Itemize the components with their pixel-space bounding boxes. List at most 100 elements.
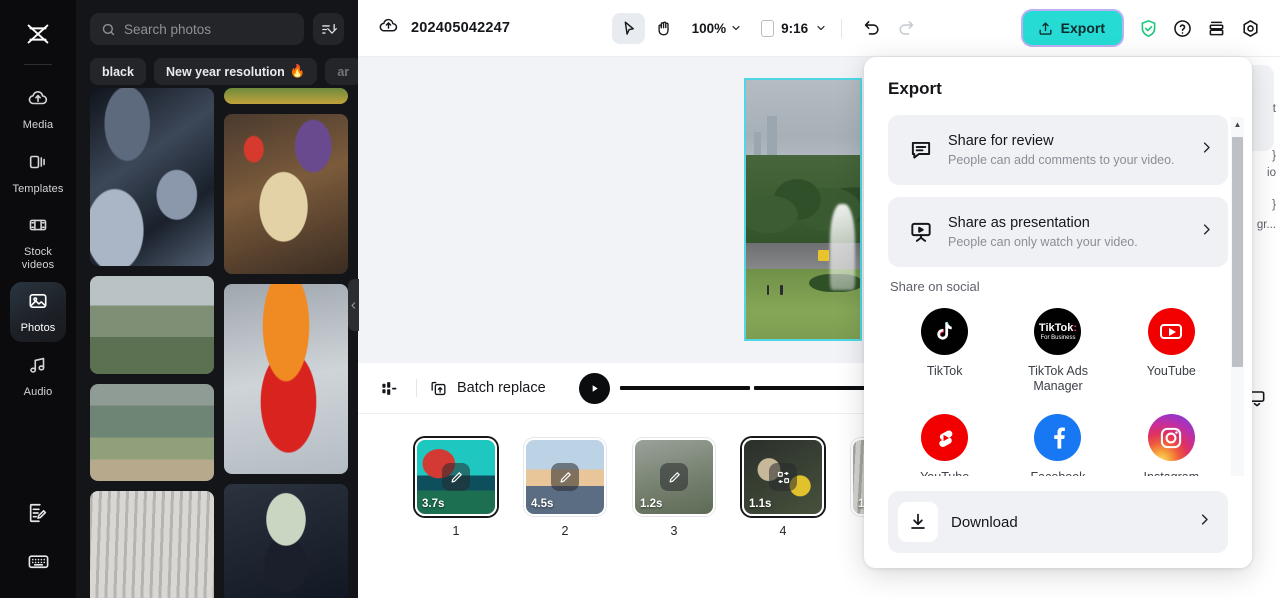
sidebar-item-media[interactable]: Media [10, 79, 66, 139]
clip-thumbnail[interactable]: 3.7s [415, 438, 497, 516]
help-circle-icon[interactable] [1168, 13, 1198, 43]
filter-chip-row: black New year resolution 🔥 ar [76, 45, 358, 85]
aspect-ratio-control[interactable]: 9:16 [761, 19, 827, 37]
social-share-option[interactable]: TikTok [888, 308, 1001, 394]
download-icon [898, 502, 938, 542]
clip-thumbnail[interactable]: 1.1s [742, 438, 824, 516]
export-option-subtitle: People can only watch your video. [948, 235, 1138, 249]
zoom-control[interactable]: 100% [692, 21, 743, 36]
cloud-sync-icon[interactable] [378, 15, 399, 41]
right-panel-frag-1: } [1272, 150, 1276, 162]
social-share-option[interactable]: Facebook [1001, 414, 1114, 485]
shield-check-icon[interactable] [1134, 13, 1164, 43]
layers-icon[interactable] [1202, 13, 1232, 43]
clip-item: 1.1s 4 [742, 438, 824, 538]
scrollbar-thumb[interactable] [1232, 137, 1243, 367]
film-strip-icon [27, 214, 49, 241]
timeline-segment[interactable] [619, 386, 751, 390]
filter-icon [322, 23, 337, 34]
play-icon [592, 384, 598, 392]
photo-thumb-tacos-board[interactable] [224, 114, 348, 274]
export-dropdown: Export Share for review People can add c… [864, 57, 1252, 568]
sidebar-item-label: Templates [12, 182, 64, 195]
photo-column-left [90, 88, 214, 598]
scroll-up-arrow[interactable]: ▲ [1232, 117, 1243, 131]
sidebar-item-stock-videos[interactable]: Stock videos [10, 206, 66, 278]
photo-thumb-rope-bridge[interactable] [90, 384, 214, 481]
pencil-icon[interactable] [442, 463, 470, 491]
filter-button[interactable] [313, 13, 344, 45]
capcut-editor-window: Media Templates Stock videos Photos Audi… [0, 0, 1280, 598]
chevron-right-icon [1199, 222, 1214, 242]
sidebar-item-templates[interactable]: Templates [10, 143, 66, 203]
redo-button[interactable] [890, 13, 921, 44]
clip-item: 1.2s 3 [633, 438, 715, 538]
sidebar-item-label: Audio [23, 385, 53, 398]
settings-icon[interactable] [1236, 13, 1266, 43]
clip-number: 1 [452, 524, 460, 538]
filter-chip[interactable]: black [90, 58, 146, 85]
youtube-icon [1147, 308, 1195, 355]
filter-chip[interactable]: ar [325, 58, 358, 85]
export-options-container: Share for review People can add comments… [864, 107, 1252, 485]
photo-thumb-cosplay[interactable] [224, 284, 348, 474]
export-scrollbar[interactable]: ▲ ▼ [1231, 117, 1244, 512]
panel-search-row: Search photos [76, 0, 358, 45]
social-share-option[interactable]: YouTube [888, 414, 1001, 485]
play-button[interactable] [578, 372, 610, 404]
social-share-option[interactable]: YouTube [1115, 308, 1228, 394]
script-edit-icon[interactable] [23, 498, 53, 528]
photo-thumb-autumn-river[interactable] [224, 88, 348, 104]
photo-thumb-man-dollar[interactable] [224, 484, 348, 598]
clip-number: 4 [779, 524, 787, 538]
search-input[interactable]: Search photos [90, 13, 304, 45]
pencil-icon[interactable] [660, 463, 688, 491]
export-button[interactable]: Export [1022, 11, 1122, 45]
download-label: Download [951, 513, 1018, 531]
sidebar-item-audio[interactable]: Audio [10, 346, 66, 406]
youtube-shorts-icon [921, 414, 969, 461]
filter-chip[interactable]: New year resolution 🔥 [153, 58, 318, 85]
preview-person-b [780, 284, 783, 295]
hand-tool-button[interactable] [648, 13, 681, 44]
keyboard-icon[interactable] [23, 546, 53, 576]
photo-thumb-silk-fabric[interactable] [90, 88, 214, 266]
project-title[interactable]: 202405042247 [411, 20, 510, 36]
download-button[interactable]: Download [888, 491, 1228, 553]
social-label: TikTok [926, 364, 963, 378]
image-icon [27, 290, 49, 317]
comment-icon [904, 137, 938, 163]
align-icon[interactable] [374, 373, 404, 403]
social-share-option[interactable]: Instagram [1115, 414, 1228, 485]
social-share-option[interactable]: TikTok: For Business TikTok Ads Manager [1001, 308, 1114, 394]
pencil-icon[interactable] [551, 463, 579, 491]
toolbar-divider [841, 18, 843, 38]
undo-button[interactable] [856, 13, 887, 44]
video-preview-frame[interactable] [744, 78, 862, 341]
clip-item: 3.7s 1 [415, 438, 497, 538]
capcut-logo-icon[interactable] [18, 14, 58, 54]
export-scroll-area[interactable]: Share for review People can add comments… [864, 107, 1252, 512]
clip-duration: 3.7s [422, 498, 445, 510]
export-option[interactable]: Share as presentation People can only wa… [888, 197, 1228, 267]
rail-divider [24, 64, 52, 65]
clip-thumbnail[interactable]: 1.2s [633, 438, 715, 516]
search-icon [102, 23, 115, 35]
clip-thumbnail[interactable]: 4.5s [524, 438, 606, 516]
sidebar-item-photos[interactable]: Photos [10, 282, 66, 342]
sidebar-item-label: Media [22, 119, 54, 131]
fire-icon: 🔥 [289, 64, 306, 78]
batch-replace-button[interactable]: Batch replace [429, 379, 546, 398]
replace-icon[interactable] [769, 463, 797, 491]
panel-collapse-handle[interactable] [348, 279, 359, 331]
templates-icon [27, 151, 49, 178]
select-tool-button[interactable] [611, 12, 645, 44]
timeline-divider [416, 379, 417, 397]
social-label: TikTok Ads Manager [1027, 364, 1088, 393]
photo-thumb-tiger-nest-monastery[interactable] [90, 276, 214, 374]
export-option-text: Share for review People can add comments… [948, 133, 1199, 167]
photo-thumb-winter-forest[interactable] [90, 491, 214, 598]
export-option-title: Share for review [948, 133, 1054, 149]
instagram-icon [1147, 414, 1195, 461]
export-option[interactable]: Share for review People can add comments… [888, 115, 1228, 185]
